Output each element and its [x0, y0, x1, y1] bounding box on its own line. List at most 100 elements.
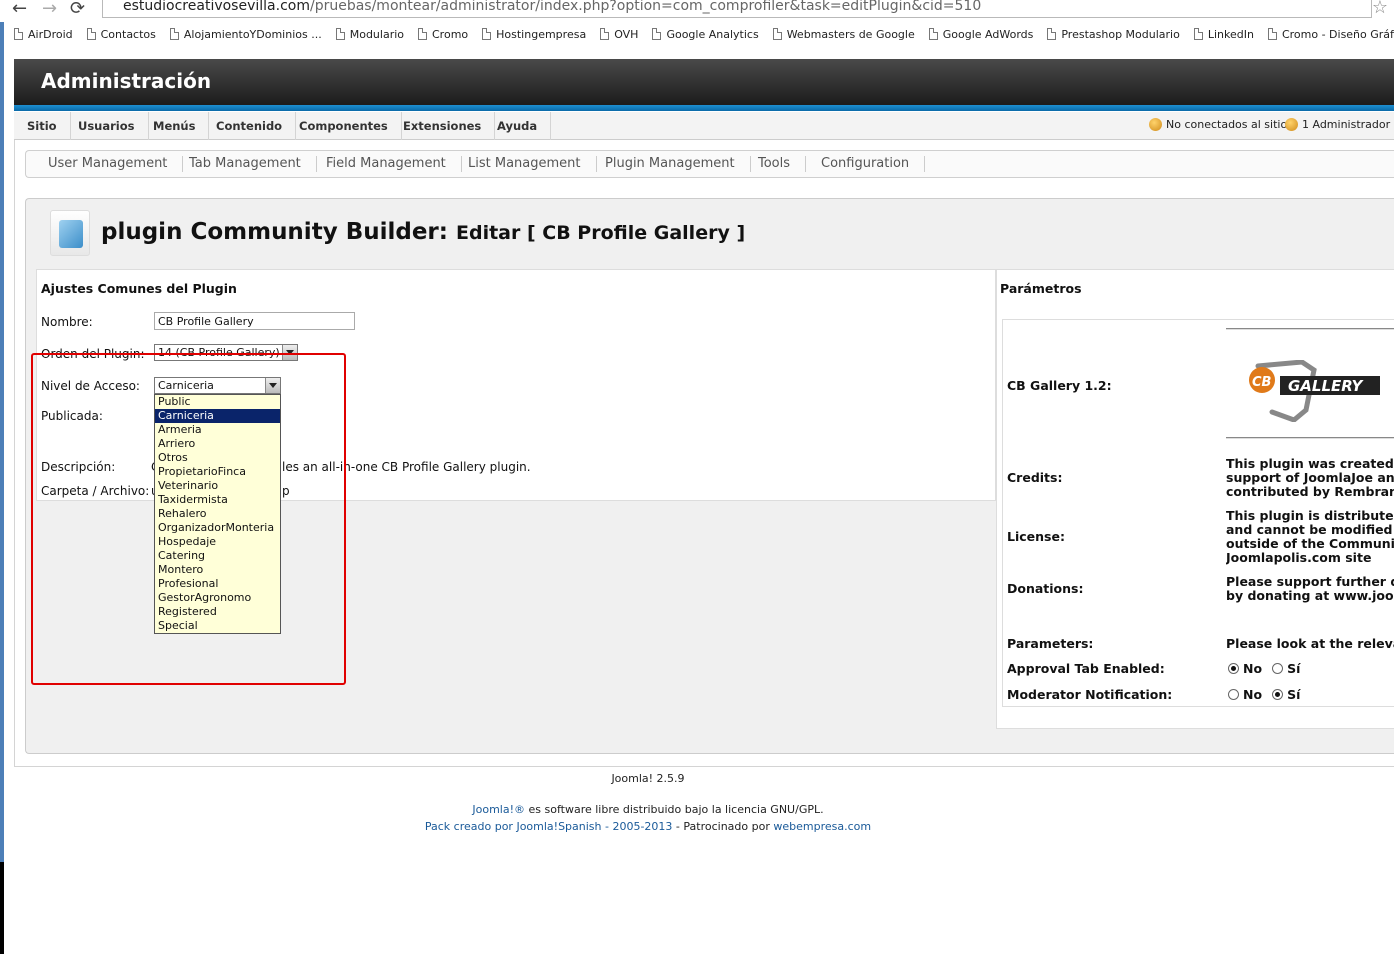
menu-sitio[interactable]: Sitio: [14, 112, 71, 140]
donations-value: Please support further deve by donating …: [1226, 575, 1394, 603]
approval-yes-label: Sí: [1287, 661, 1301, 676]
page-icon: [652, 28, 662, 40]
common-settings-title: Ajustes Comunes del Plugin: [41, 281, 237, 296]
admins-status-text: 1 Administrador: [1302, 118, 1391, 131]
bookmark-item[interactable]: Webmasters de Google: [772, 24, 915, 44]
admin-title: Administración: [41, 69, 212, 93]
address-bar[interactable]: estudiocreativosevilla.com/pruebas/monte…: [102, 0, 1372, 18]
bookmark-label: Contactos: [100, 27, 156, 41]
bookmark-item[interactable]: Cromo: [418, 24, 468, 44]
header-accent-line: [14, 105, 1394, 111]
page-icon: [418, 28, 427, 40]
bookmark-label: Hostingempresa: [496, 27, 587, 41]
bookmark-label: Prestashop Modulario: [1061, 27, 1180, 41]
bookmark-item[interactable]: OVH: [600, 24, 638, 44]
bookmark-label: AirDroid: [28, 27, 73, 41]
url-path: /pruebas/montear/administrator/index.php…: [309, 0, 982, 14]
parameters-title: Parámetros: [1000, 281, 1082, 296]
browser-toolbar: ← → ⟳ estudiocreativosevilla.com/pruebas…: [0, 0, 1394, 22]
bookmark-item[interactable]: AlojamientoYDominios ...: [169, 24, 322, 44]
bookmark-item[interactable]: Modulario: [335, 24, 404, 44]
forward-arrow-icon[interactable]: →: [42, 0, 57, 19]
moderator-yes-radio[interactable]: [1272, 689, 1284, 700]
menu-contenido[interactable]: Contenido: [203, 112, 297, 140]
bookmark-item[interactable]: Google Analytics: [652, 24, 759, 44]
sponsor-text: - Patrocinado por: [672, 820, 774, 833]
page-icon: [169, 28, 179, 40]
submenu-plugin-management[interactable]: Plugin Management: [590, 156, 751, 172]
approval-no-radio[interactable]: [1228, 663, 1239, 674]
license-footer: Joomla!® es software libre distribuido b…: [0, 803, 1345, 816]
menu-ayuda[interactable]: Ayuda: [484, 112, 552, 140]
name-input[interactable]: CB Profile Gallery: [154, 312, 355, 330]
gallery-version-label: CB Gallery 1.2:: [1007, 378, 1112, 393]
license-line: Joomlapolis.com site: [1226, 550, 1372, 565]
bookmark-label: AlojamientoYDominios ...: [183, 27, 322, 41]
submenu-user-management[interactable]: User Management: [33, 156, 184, 172]
page-icon: [928, 28, 938, 40]
url-host: estudiocreativosevilla.com: [123, 0, 310, 14]
webempresa-link[interactable]: webempresa.com: [773, 820, 871, 833]
bookmark-item[interactable]: Contactos: [86, 24, 156, 44]
page-title-main: plugin Community Builder:: [101, 219, 448, 245]
name-label: Nombre:: [41, 315, 93, 329]
pack-link[interactable]: Pack creado por Joomla!Spanish - 2005-20…: [425, 820, 673, 833]
page-title: plugin Community Builder: Editar [ CB Pr…: [101, 219, 745, 245]
bookmark-item[interactable]: Google AdWords: [928, 24, 1034, 44]
credits-line: support of JoomlaJoe and I: [1226, 470, 1394, 485]
bookmark-label: Modulario: [349, 27, 404, 41]
menu-usuarios[interactable]: Usuarios: [65, 112, 149, 140]
logo-gallery-text: GALLERY: [1288, 377, 1364, 395]
menu-extensiones[interactable]: Extensiones: [390, 112, 496, 140]
back-arrow-icon[interactable]: ←: [12, 0, 27, 19]
credits-line: contributed by Rembrandt.: [1226, 484, 1394, 499]
main-menu: Sitio Usuarios Menús Contenido Component…: [14, 112, 1394, 140]
menu-componentes[interactable]: Componentes: [286, 112, 402, 140]
menu-menus[interactable]: Menús: [140, 112, 210, 140]
approval-tab-radios: No Sí: [1228, 661, 1300, 676]
bookmark-label: Cromo: [432, 27, 469, 41]
page-icon: [86, 28, 96, 40]
submenu-tools[interactable]: Tools: [743, 156, 807, 172]
bookmark-label: OVH: [614, 27, 639, 41]
license-footer-text: es software libre distribuido bajo la li…: [525, 803, 824, 816]
admin-header: Administración: [14, 59, 1394, 106]
parameters-value: Please look at the relevant: [1226, 637, 1394, 651]
moderator-no-radio[interactable]: [1228, 689, 1239, 700]
bookmark-label: Google AdWords: [942, 27, 1034, 41]
page-icon: [335, 28, 345, 40]
credits-value: This plugin was created by support of Jo…: [1226, 457, 1394, 499]
bookmarks-bar: AirDroid Contactos AlojamientoYDominios ..…: [0, 24, 1394, 46]
joomla-link[interactable]: Joomla!®: [472, 803, 525, 816]
users-icon: [1149, 118, 1162, 131]
user-icon: [1285, 118, 1298, 131]
approval-yes-radio[interactable]: [1272, 663, 1284, 674]
red-highlight-annotation: [31, 353, 346, 685]
page-subtitle: Editar [ CB Profile Gallery ]: [455, 222, 746, 244]
bookmark-star-icon[interactable]: ☆: [1372, 0, 1388, 18]
submenu-field-management[interactable]: Field Management: [311, 156, 462, 172]
window-edge: [0, 0, 4, 862]
page-icon: [14, 28, 23, 40]
submenu-tab-management[interactable]: Tab Management: [174, 156, 317, 172]
submenu-list-management[interactable]: List Management: [453, 156, 597, 172]
params-divider-bottom: [1226, 437, 1394, 439]
bookmark-label: Webmasters de Google: [786, 27, 915, 41]
page-icon: [772, 28, 782, 40]
license-line: This plugin is distributed ur: [1226, 509, 1394, 523]
approval-no-label: No: [1243, 661, 1263, 676]
moderator-yes-label: Sí: [1287, 687, 1301, 702]
bookmark-item[interactable]: Cromo - Diseño Gráfic...: [1267, 24, 1394, 44]
moderator-no-label: No: [1243, 687, 1263, 702]
moderator-notification-label: Moderator Notification:: [1007, 687, 1173, 702]
bookmark-item[interactable]: AirDroid: [14, 24, 73, 44]
submenu-configuration[interactable]: Configuration: [806, 156, 926, 172]
bookmark-item[interactable]: LinkedIn: [1193, 24, 1254, 44]
credits-footer: Pack creado por Joomla!Spanish - 2005-20…: [0, 820, 1345, 833]
donations-label: Donations:: [1007, 581, 1084, 596]
plugin-puzzle-icon: [50, 210, 90, 256]
moderator-notification-radios: No Sí: [1228, 687, 1300, 702]
bookmark-item[interactable]: Hostingempresa: [482, 24, 586, 44]
bookmark-item[interactable]: Prestashop Modulario: [1047, 24, 1180, 44]
reload-icon[interactable]: ⟳: [70, 0, 85, 19]
